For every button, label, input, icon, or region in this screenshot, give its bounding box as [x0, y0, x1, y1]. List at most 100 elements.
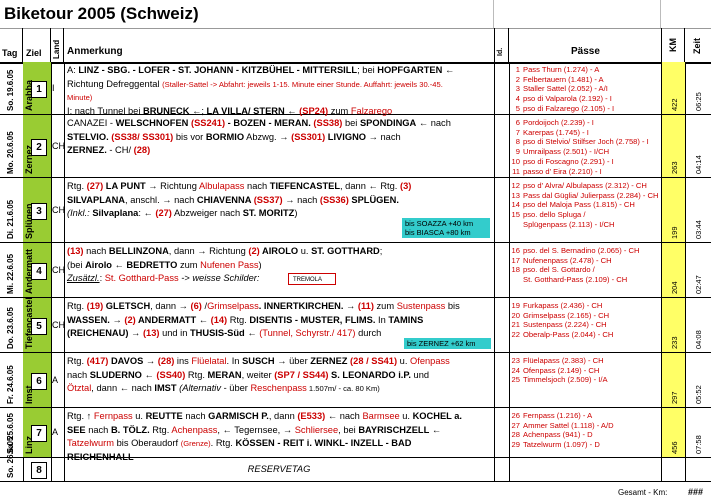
id-cell[interactable] — [495, 353, 510, 407]
anmerkung-cell[interactable]: RESERVETAG — [64, 458, 495, 481]
alternative-distance: bis SOAZZA +40 km — [405, 219, 474, 228]
table-row[interactable]: Mi. 22.6.05 Andermatt 4 CH (13) nach BELLINZ… — [0, 243, 711, 298]
zeit-cell[interactable]: 05:52 — [685, 353, 711, 407]
paesse-cell[interactable]: 1 Pass Thurn (1.274) - A 2 Felbertauern (1.… — [509, 62, 662, 114]
route-text: Achenpass — [171, 424, 218, 435]
ziel-cell[interactable]: Linz 7 — [23, 408, 52, 457]
day-cell[interactable]: Di. 21.6.05 — [0, 178, 24, 242]
id-cell[interactable] — [495, 243, 510, 297]
total-label: Gesamt - Km: — [618, 488, 668, 497]
route-text: (28) — [133, 145, 151, 155]
table-row[interactable]: Sa. 25.6.05 Linz 7 A Rtg. ↑ Fernpass u. REUT… — [0, 408, 711, 462]
pass-id: 25 — [511, 375, 520, 385]
id-cell[interactable] — [495, 458, 510, 481]
pass-name: pso del Maloja Pass (1.815) - CH — [523, 200, 635, 210]
paesse-cell[interactable]: 6 Pordoijoch (2.239) - I 7 Karerpas (1.745)… — [509, 115, 662, 177]
route-text: (SP24) — [299, 105, 329, 116]
ziel-cell[interactable]: 8 — [23, 458, 52, 481]
route-text: ZERNEZ. — [67, 145, 107, 155]
header-km[interactable]: KM — [662, 28, 685, 62]
zeit-cell[interactable]: 04:14 — [685, 115, 711, 177]
header-tag[interactable]: Tag — [0, 28, 23, 62]
pass-id: 17 — [511, 255, 520, 265]
km-cell[interactable]: 422 — [662, 62, 686, 114]
day-cell[interactable]: Fr. 24.6.05 — [0, 353, 24, 407]
route-text: Rtg. — [67, 356, 87, 366]
id-cell[interactable] — [495, 298, 510, 352]
header-id[interactable]: Id. — [495, 28, 509, 62]
header-ziel[interactable]: Ziel — [23, 28, 51, 62]
zeit-cell[interactable]: 04:08 — [685, 298, 711, 352]
id-cell[interactable] — [495, 115, 510, 177]
table-row[interactable]: So. 19.6.05 Arabba 1 I A: LINZ - SBG. - LOFE… — [0, 62, 711, 116]
header-zeit[interactable]: Zeit — [685, 28, 711, 62]
km-cell[interactable]: 297 — [662, 353, 686, 407]
anmerkung-cell[interactable]: Rtg. (417) DAVOS → (28) ins Flüelatal. I… — [64, 353, 495, 407]
ziel-cell[interactable]: Zernez 2 — [23, 115, 52, 177]
anmerkung-cell[interactable]: Rtg. ↑ Fernpass u. REUTTE nach GARMISCH … — [64, 408, 495, 462]
paesse-cell[interactable]: 19 Furkapass (2.436) - CH 20 Grimselpass (2… — [509, 298, 662, 352]
zeit-cell[interactable]: 07:58 — [685, 408, 711, 457]
paesse-cell[interactable]: 16 pso. del S. Bernadino (2.065) - CH 17 Nu… — [509, 243, 662, 297]
route-text: B. TÖLZ. — [110, 424, 150, 435]
id-cell[interactable] — [495, 408, 510, 457]
land-cell[interactable]: A — [51, 353, 65, 407]
route-text: ← — [284, 105, 300, 116]
paesse-cell[interactable]: 23 Flüelapass (2.383) - CH 24 Ofenpass (2.1… — [509, 353, 662, 407]
pass-id — [509, 275, 520, 285]
id-cell[interactable] — [495, 62, 510, 114]
paesse-cell[interactable]: 26 Fernpass (1.216) - A 27 Ammer Sattel (1.… — [509, 408, 662, 457]
land-cell[interactable]: CH — [51, 115, 65, 177]
ziel-cell[interactable]: Arabba 1 — [23, 62, 52, 114]
day-cell[interactable]: So. 19.6.05 — [0, 62, 24, 114]
table-row[interactable]: Do. 23.6.05 Tiefencastel 5 CH Rtg. (19) GLET… — [0, 297, 711, 353]
day-cell[interactable]: Mo. 20.6.05 — [0, 115, 24, 177]
day-cell[interactable]: Mi. 22.6.05 — [0, 243, 24, 297]
route-text: und in — [159, 328, 190, 338]
header-paesse[interactable]: Pässe — [509, 28, 662, 62]
anmerkung-cell[interactable]: Rtg. (27) LA PUNT → Richtung Albulapass … — [64, 178, 495, 242]
id-cell[interactable] — [495, 178, 510, 242]
km-cell[interactable]: 263 — [662, 115, 686, 177]
km-cell[interactable]: 204 — [662, 243, 686, 297]
ziel-cell[interactable]: Tiefencastel 5 — [23, 297, 52, 352]
land-cell[interactable]: CH — [51, 243, 65, 297]
anmerkung-cell[interactable]: Rtg. (19) GLETSCH, dann → (6) /Grimselpa… — [64, 298, 495, 352]
land-code: A — [52, 375, 59, 385]
km-cell[interactable] — [662, 458, 686, 481]
zeit-cell[interactable]: 02:47 — [685, 243, 711, 297]
table-row[interactable]: Fr. 24.6.05 Imst 6 A Rtg. (417) DAVOS → (28)… — [0, 353, 711, 408]
zeit-cell[interactable]: 03:44 — [685, 178, 711, 242]
route-line: Richtung Defreggental (Staller-Sattel ->… — [67, 78, 491, 92]
land-cell[interactable] — [51, 458, 65, 481]
km-cell[interactable]: 456 — [662, 408, 686, 457]
header-land[interactable]: Land — [51, 28, 64, 62]
anmerkung-cell[interactable]: (13) nach BELLINZONA, dann → Richtung (2… — [64, 243, 495, 297]
zeit-cell[interactable] — [685, 458, 711, 481]
table-row[interactable]: Di. 21.6.05 Splügen 3 CH Rtg. (27) LA PUNT →… — [0, 178, 711, 243]
anmerkung-cell[interactable]: A: LINZ - SBG. - LOFER - ST. JOHANN - KI… — [64, 62, 495, 116]
ziel-cell[interactable]: Andermatt 4 — [23, 243, 52, 297]
zeit-cell[interactable]: 06:25 — [685, 62, 711, 114]
land-cell[interactable]: CH — [51, 298, 65, 352]
land-cell[interactable]: A — [51, 408, 65, 457]
paesse-cell[interactable]: 12 pso d' Alvra/ Albulapass (2.312) - CH 1… — [509, 178, 662, 242]
table-row[interactable]: So. 26.6.05 8 RESERVETAG — [0, 437, 711, 482]
land-cell[interactable]: CH — [51, 178, 65, 242]
route-text: - über — [221, 383, 251, 393]
route-text: . In — [226, 356, 243, 366]
km-cell[interactable]: 199 — [662, 178, 686, 242]
pass-name: Achenpass (941) - D — [523, 430, 593, 440]
day-cell[interactable]: So. 26.6.05 — [0, 437, 24, 481]
paesse-cell[interactable] — [509, 458, 662, 481]
km-cell[interactable]: 233 — [662, 298, 686, 352]
route-text: LA VILLA/ STERN — [206, 105, 285, 116]
route-text: REUTTE — [145, 411, 183, 421]
anmerkung-cell[interactable]: CANAZEI - WELSCHNOFEN (SS241) - BOZEN - … — [64, 115, 495, 177]
day-cell[interactable]: Do. 23.6.05 — [0, 298, 24, 352]
ziel-cell[interactable]: Splügen 3 — [23, 178, 52, 242]
ziel-cell[interactable]: Imst 6 — [23, 353, 52, 407]
table-row[interactable]: Mo. 20.6.05 Zernez 2 CH CANAZEI - WELSCHNOFE… — [0, 115, 711, 178]
header-anmerkung[interactable]: Anmerkung — [64, 28, 495, 62]
land-cell[interactable]: I — [51, 62, 65, 114]
